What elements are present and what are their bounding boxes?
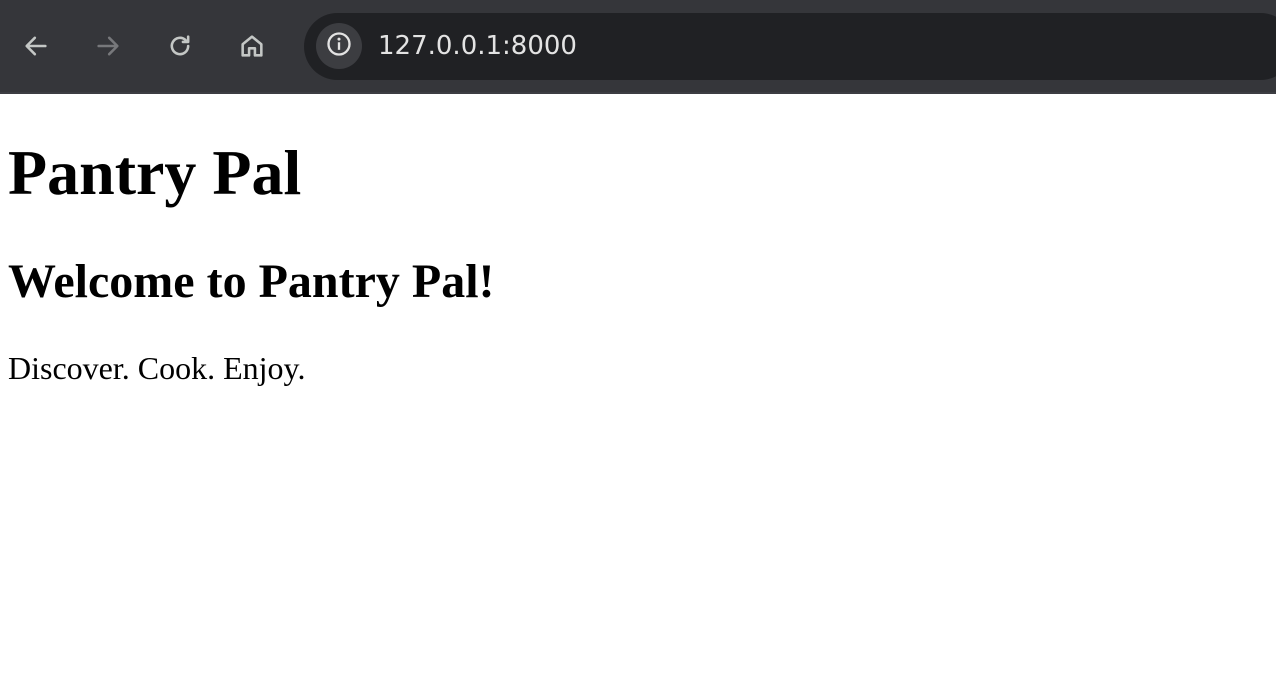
arrow-right-icon (94, 32, 122, 60)
home-icon (238, 32, 266, 60)
info-icon (325, 30, 353, 63)
browser-toolbar: 127.0.0.1:8000 (0, 0, 1276, 94)
welcome-heading: Welcome to Pantry Pal! (8, 255, 495, 308)
reload-button[interactable] (160, 26, 200, 66)
address-bar[interactable]: 127.0.0.1:8000 (304, 13, 1276, 80)
page-content: Pantry Pal Welcome to Pantry Pal! Discov… (0, 94, 1276, 682)
site-info-button[interactable] (316, 23, 362, 69)
home-button[interactable] (232, 26, 272, 66)
forward-button[interactable] (88, 26, 128, 66)
back-button[interactable] (16, 26, 56, 66)
url-text[interactable]: 127.0.0.1:8000 (378, 31, 577, 61)
reload-icon (166, 32, 194, 60)
tagline: Discover. Cook. Enjoy. (8, 350, 306, 386)
site-title: Pantry Pal (8, 137, 302, 208)
arrow-left-icon (22, 32, 50, 60)
